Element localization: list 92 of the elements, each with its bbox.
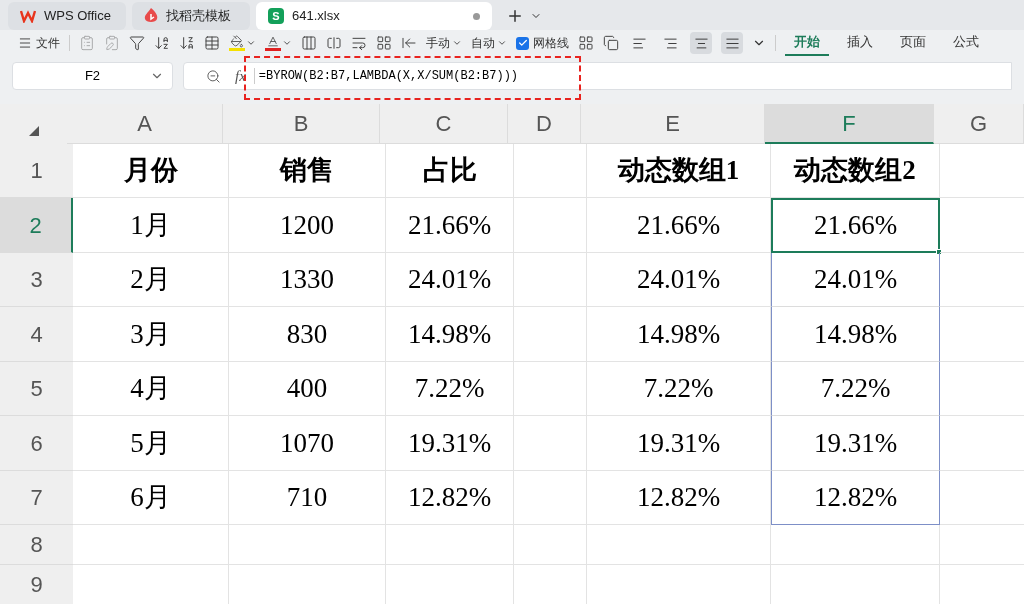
- table-cell: 7.22%: [771, 362, 940, 416]
- document-tab[interactable]: S 641.xlsx: [256, 2, 492, 30]
- formula-text[interactable]: =BYROW(B2:B7,LAMBDA(X,X/SUM(B2:B7))): [258, 67, 519, 85]
- table-cell: 710: [229, 471, 386, 525]
- align-icon: [631, 35, 647, 51]
- table-cell: 销售: [229, 144, 386, 198]
- column-header[interactable]: C: [380, 104, 508, 144]
- ribbon-tab[interactable]: 页面: [891, 30, 935, 56]
- table-cell: 14.98%: [386, 307, 514, 362]
- menu-icon[interactable]: [18, 36, 32, 50]
- fill-color-icon[interactable]: [229, 35, 245, 51]
- table-cell: 24.01%: [771, 253, 940, 307]
- chevron-icon[interactable]: [452, 38, 462, 48]
- table-cell: 14.98%: [587, 307, 771, 362]
- table-cell: 19.31%: [587, 416, 771, 471]
- table-cell: 1070: [229, 416, 386, 471]
- clear-format-icon[interactable]: [603, 35, 619, 51]
- zoom-icon[interactable]: [206, 68, 221, 84]
- row-header[interactable]: 1: [0, 144, 73, 198]
- table-cell: 19.31%: [386, 416, 514, 471]
- row-header[interactable]: 3: [0, 253, 73, 307]
- row-header[interactable]: 8: [0, 525, 73, 565]
- table-cell: 7.22%: [587, 362, 771, 416]
- wps-logo-icon: [20, 9, 36, 23]
- chevron-icon[interactable]: [246, 38, 256, 48]
- fill-handle[interactable]: [936, 249, 942, 255]
- new-tab-icon[interactable]: [506, 7, 524, 25]
- table-cell: 21.66%: [587, 198, 771, 253]
- align-icon: [693, 35, 709, 51]
- row-header[interactable]: 6: [0, 416, 73, 471]
- sort-ascending-icon[interactable]: [154, 35, 170, 51]
- flame-logo-icon: [144, 8, 158, 24]
- column-header[interactable]: D: [508, 104, 581, 144]
- ribbon-tab[interactable]: 公式: [944, 30, 988, 56]
- table-cell: 1月: [73, 198, 229, 253]
- table-cell: 动态数组2: [771, 144, 940, 198]
- indent-icon[interactable]: [401, 35, 417, 51]
- ribbon-tab[interactable]: 插入: [838, 30, 882, 56]
- sort-descending-icon[interactable]: [179, 35, 195, 51]
- table-cell: 5月: [73, 416, 229, 471]
- chevron-icon[interactable]: [282, 38, 292, 48]
- row-height-dropdown[interactable]: 手动: [426, 34, 462, 52]
- align-center-button[interactable]: [690, 32, 712, 54]
- font-color-icon[interactable]: [265, 35, 281, 51]
- row-header[interactable]: 5: [0, 362, 73, 416]
- chevron-icon[interactable]: [497, 38, 507, 48]
- gridlines-checkbox[interactable]: [516, 36, 529, 50]
- table-cell: 24.01%: [587, 253, 771, 307]
- filter-icon[interactable]: [129, 35, 145, 51]
- column-header[interactable]: G: [934, 104, 1024, 144]
- wrap-text-icon[interactable]: [351, 35, 367, 51]
- gridlines-label: 网格线: [533, 35, 569, 52]
- table-cell: 7.22%: [386, 362, 514, 416]
- table-cell: 14.98%: [771, 307, 940, 362]
- document-tab[interactable]: WPS Office: [8, 2, 126, 30]
- table-cell: 占比: [386, 144, 514, 198]
- table-cell: 12.82%: [587, 471, 771, 525]
- sheet-logo-icon: S: [268, 8, 284, 24]
- table-cell: 21.66%: [386, 198, 514, 253]
- file-menu-button[interactable]: 文件: [18, 34, 60, 52]
- table-cell: 4月: [73, 362, 229, 416]
- align-icon: [662, 35, 678, 51]
- borders-icon[interactable]: [204, 35, 220, 51]
- column-header[interactable]: F: [765, 104, 934, 144]
- split-cells-icon[interactable]: [326, 35, 342, 51]
- row-header[interactable]: 9: [0, 565, 73, 604]
- document-tab[interactable]: 找稻壳模板: [132, 2, 250, 30]
- table-cell: 月份: [73, 144, 229, 198]
- name-box[interactable]: F2: [12, 62, 173, 90]
- align-middle-button[interactable]: [721, 32, 743, 54]
- row-header[interactable]: 4: [0, 307, 73, 362]
- align-icon: [724, 35, 740, 51]
- table-cell: 12.82%: [771, 471, 940, 525]
- column-header[interactable]: A: [67, 104, 223, 144]
- table-cell: 24.01%: [386, 253, 514, 307]
- table-cell: 21.66%: [771, 198, 940, 253]
- table-cell: 19.31%: [771, 416, 940, 471]
- row-header[interactable]: 2: [0, 198, 73, 253]
- table-cell: 12.82%: [386, 471, 514, 525]
- table-cell: 3月: [73, 307, 229, 362]
- table-cell: 830: [229, 307, 386, 362]
- ribbon-tab[interactable]: 开始: [785, 30, 829, 56]
- table-cell: 1330: [229, 253, 386, 307]
- column-width-dropdown[interactable]: 自动: [471, 34, 507, 52]
- table-cell: 1200: [229, 198, 386, 253]
- table-cell: 6月: [73, 471, 229, 525]
- table-cell: 2月: [73, 253, 229, 307]
- select-all-icon[interactable]: [28, 126, 39, 136]
- table-cell: 动态数组1: [587, 144, 771, 198]
- row-header[interactable]: 7: [0, 471, 73, 525]
- column-header[interactable]: B: [223, 104, 380, 144]
- table-cell: 400: [229, 362, 386, 416]
